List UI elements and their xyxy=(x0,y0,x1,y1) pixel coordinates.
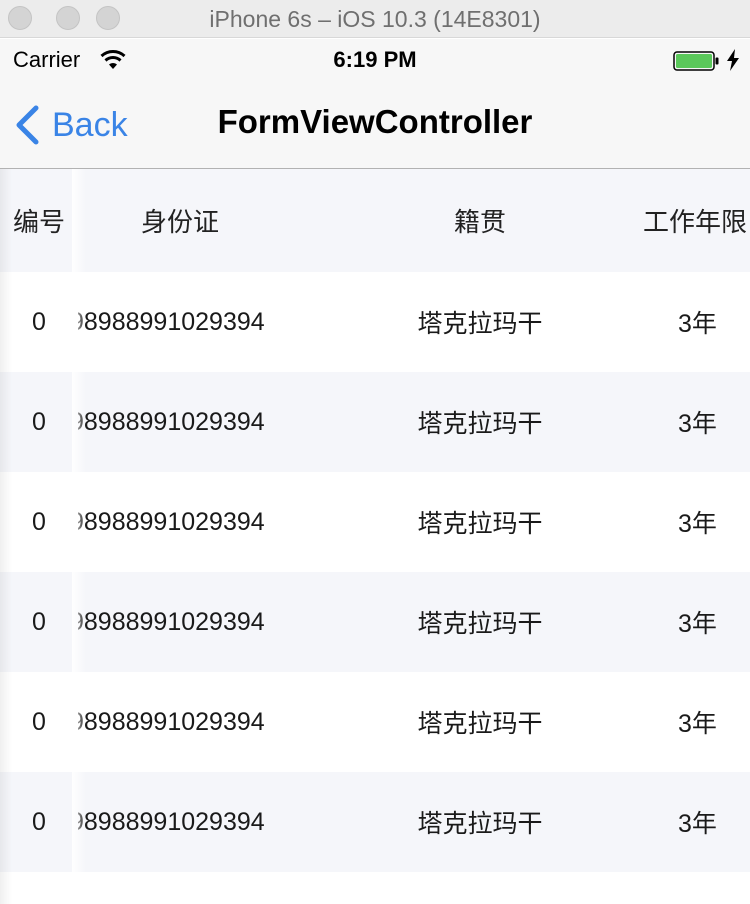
table-row[interactable]: 0 98988991029394 塔克拉玛干 3年 xyxy=(0,772,750,872)
table-row[interactable]: 0 98988991029394 塔克拉玛干 3年 xyxy=(0,372,750,472)
cell-years: 3年 xyxy=(678,710,717,738)
cell-no: 0 xyxy=(32,307,46,336)
cell-id: 98988991029394 xyxy=(78,672,310,772)
cell-years: 3年 xyxy=(678,510,717,538)
cell-years: 3年 xyxy=(678,610,717,638)
window-title: iPhone 6s – iOS 10.3 (14E8301) xyxy=(209,6,541,32)
cell-id: 98988991029394 xyxy=(78,272,310,372)
charging-bolt-icon xyxy=(727,49,739,71)
table-row[interactable]: 0 98988991029394 塔克拉玛干 3年 xyxy=(0,272,750,372)
cell-id: 98988991029394 xyxy=(78,472,310,572)
table-header-row: 编号 身份证 籍贯 工作年限 xyxy=(0,169,750,272)
page-title: FormViewController xyxy=(217,103,533,140)
cell-origin: 塔克拉玛干 xyxy=(417,510,543,538)
status-time: 6:19 PM xyxy=(333,47,417,72)
column-header-origin: 籍贯 xyxy=(453,207,506,237)
cell-id-text: 98988991029394 xyxy=(78,307,265,336)
battery-icon xyxy=(673,51,719,71)
table-row[interactable]: 0 98988991029394 塔克拉玛干 3年 xyxy=(0,472,750,572)
cell-years: 3年 xyxy=(678,310,717,338)
column-header-no: 编号 xyxy=(12,207,65,237)
cell-id-text: 98988991029394 xyxy=(78,507,265,536)
cell-id-text: 98988991029394 xyxy=(78,807,265,836)
column-header-years: 工作年限 xyxy=(643,207,748,237)
cell-id-text: 98988991029394 xyxy=(78,607,265,636)
cell-no: 0 xyxy=(32,807,46,836)
cell-no: 0 xyxy=(32,407,46,436)
cell-years: 3年 xyxy=(678,810,717,838)
cell-no: 0 xyxy=(32,507,46,536)
cell-no: 0 xyxy=(32,707,46,736)
table-row[interactable]: 0 98988991029394 塔克拉玛干 3年 xyxy=(0,672,750,772)
cell-no: 0 xyxy=(32,607,46,636)
cell-id: 98988991029394 xyxy=(78,372,310,472)
cell-origin: 塔克拉玛干 xyxy=(417,410,543,438)
form-table[interactable]: 编号 身份证 籍贯 工作年限 0 98988991029394 塔克拉玛干 3年… xyxy=(0,169,750,872)
navigation-bar: Back FormViewController xyxy=(0,81,750,169)
table-row[interactable]: 0 98988991029394 塔克拉玛干 3年 xyxy=(0,572,750,672)
cell-origin: 塔克拉玛干 xyxy=(417,710,543,738)
window-titlebar: iPhone 6s – iOS 10.3 (14E8301) xyxy=(0,0,750,38)
cell-id: 98988991029394 xyxy=(78,572,310,672)
cell-id-text: 98988991029394 xyxy=(78,407,265,436)
simulator-window: iPhone 6s – iOS 10.3 (14E8301) Carrier 6… xyxy=(0,0,750,904)
cell-origin: 塔克拉玛干 xyxy=(417,310,543,338)
cell-origin: 塔克拉玛干 xyxy=(417,610,543,638)
column-header-id: 身份证 xyxy=(140,207,219,237)
cell-id: 98988991029394 xyxy=(78,772,310,872)
cell-years: 3年 xyxy=(678,410,717,438)
status-bar: Carrier 6:19 PM xyxy=(0,39,750,81)
cell-id-text: 98988991029394 xyxy=(78,707,265,736)
cell-origin: 塔克拉玛干 xyxy=(417,810,543,838)
